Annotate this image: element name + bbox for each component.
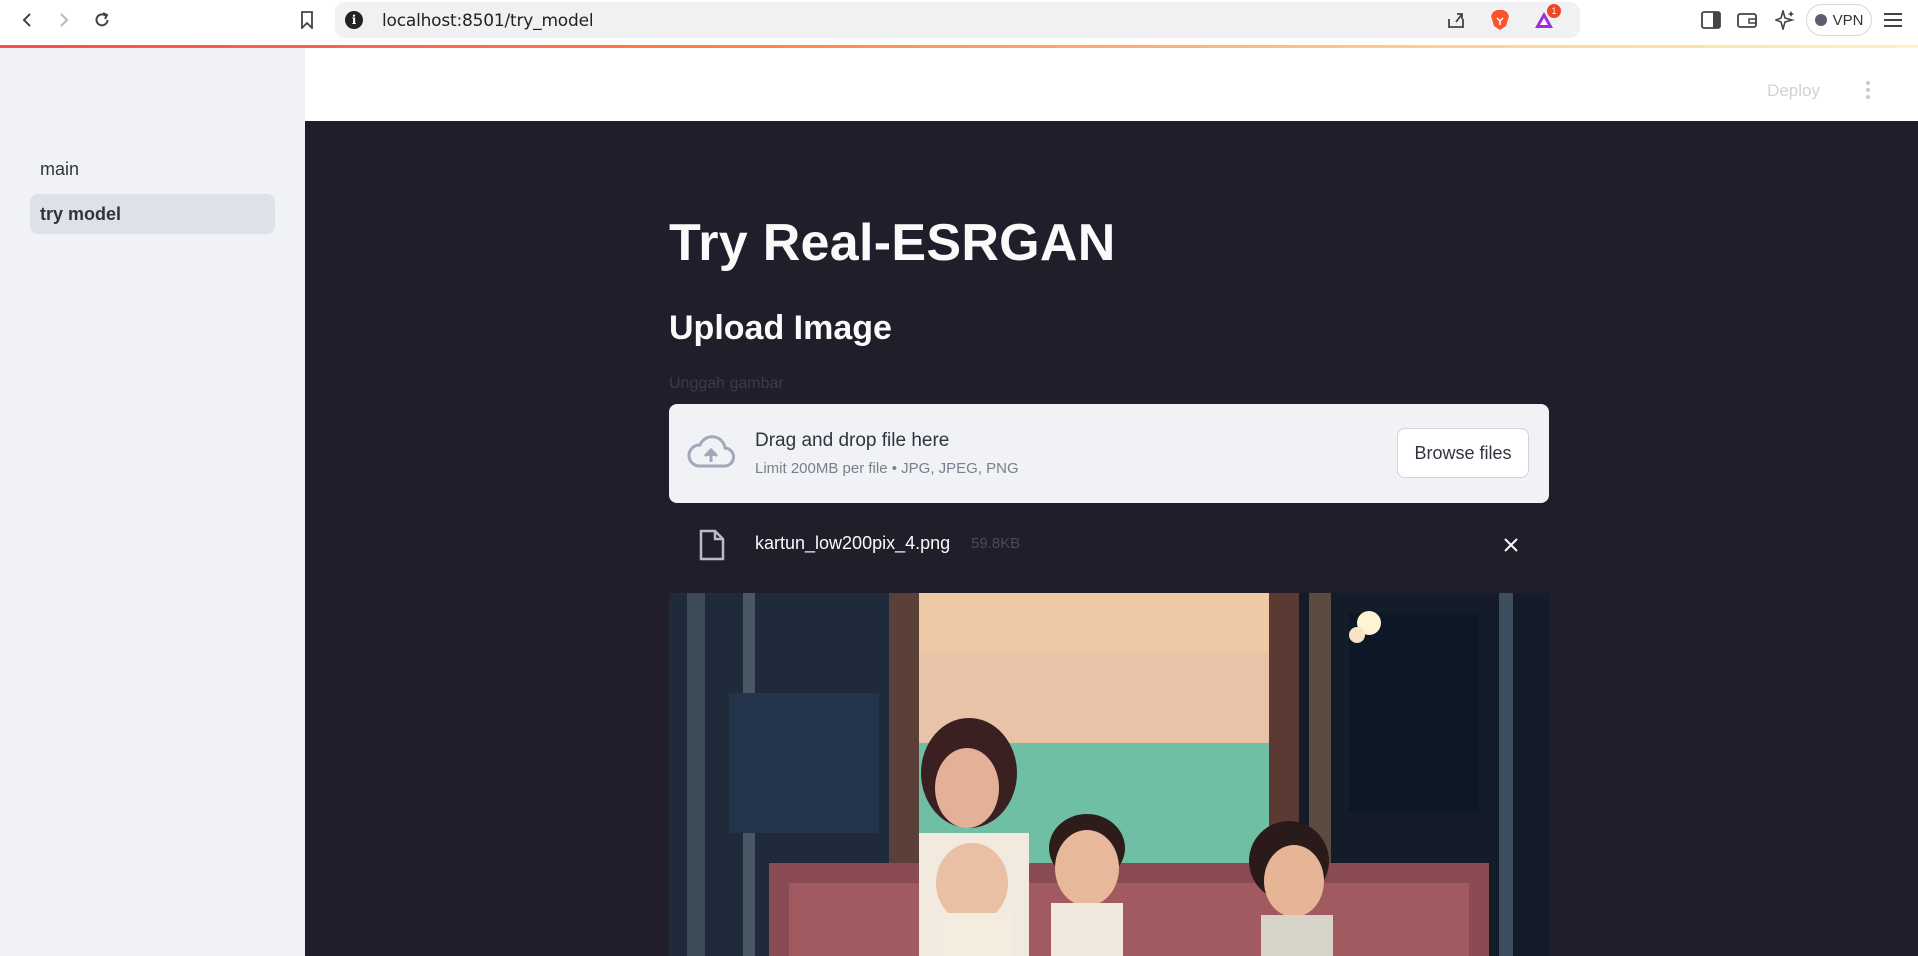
vpn-label: VPN — [1832, 11, 1864, 29]
brave-lion-icon[interactable] — [1486, 6, 1514, 34]
browse-files-button[interactable]: Browse files — [1397, 428, 1529, 478]
upload-subheader: Upload Image — [669, 309, 892, 347]
vpn-button[interactable]: VPN — [1806, 4, 1872, 36]
kebab-menu-icon[interactable] — [1858, 78, 1878, 102]
cloud-upload-icon — [687, 432, 735, 477]
sidebar-item-try-model[interactable]: try model — [30, 194, 275, 234]
sidebar: main try model — [0, 48, 305, 956]
share-icon[interactable] — [1442, 6, 1470, 34]
leo-ai-icon[interactable] — [1771, 6, 1799, 34]
uploaded-file-name: kartun_low200pix_4.png — [755, 533, 951, 553]
close-icon[interactable] — [1497, 531, 1525, 559]
dropzone-limit-text: Limit 200MB per file • JPG, JPEG, PNG — [755, 460, 1019, 477]
info-icon[interactable]: i — [345, 11, 363, 29]
url-text[interactable]: localhost:8501/try_model — [382, 11, 594, 31]
forward-icon[interactable] — [50, 6, 78, 34]
deploy-button[interactable]: Deploy — [1767, 81, 1820, 101]
page-title: Try Real-ESRGAN — [669, 214, 1116, 272]
file-dropzone[interactable]: Drag and drop file here Limit 200MB per … — [669, 404, 1549, 503]
sidebar-toggle-icon[interactable] — [1697, 6, 1725, 34]
menu-icon[interactable] — [1879, 6, 1907, 34]
reload-icon[interactable] — [88, 6, 116, 34]
uploader-label: Unggah gambar — [669, 375, 784, 392]
bookmark-icon[interactable] — [293, 6, 321, 34]
vpn-status-icon — [1814, 14, 1827, 26]
uploaded-file-row: kartun_low200pix_4.png 59.8KB — [669, 521, 1549, 571]
sidebar-item-main[interactable]: main — [30, 149, 275, 189]
file-icon — [699, 529, 725, 566]
back-icon[interactable] — [13, 6, 41, 34]
browser-toolbar: i localhost:8501/try_model 1 VPN — [0, 0, 1918, 46]
wallet-icon[interactable] — [1733, 6, 1761, 34]
address-bar[interactable]: i localhost:8501/try_model — [335, 2, 1580, 38]
app-header: Deploy — [305, 48, 1918, 121]
uploaded-image-preview — [669, 593, 1549, 956]
notification-badge: 1 — [1547, 4, 1561, 18]
main-content: Try Real-ESRGAN Upload Image Unggah gamb… — [305, 121, 1918, 956]
uploaded-file-size: 59.8KB — [971, 535, 1021, 552]
dropzone-instructions: Drag and drop file here — [755, 430, 950, 451]
